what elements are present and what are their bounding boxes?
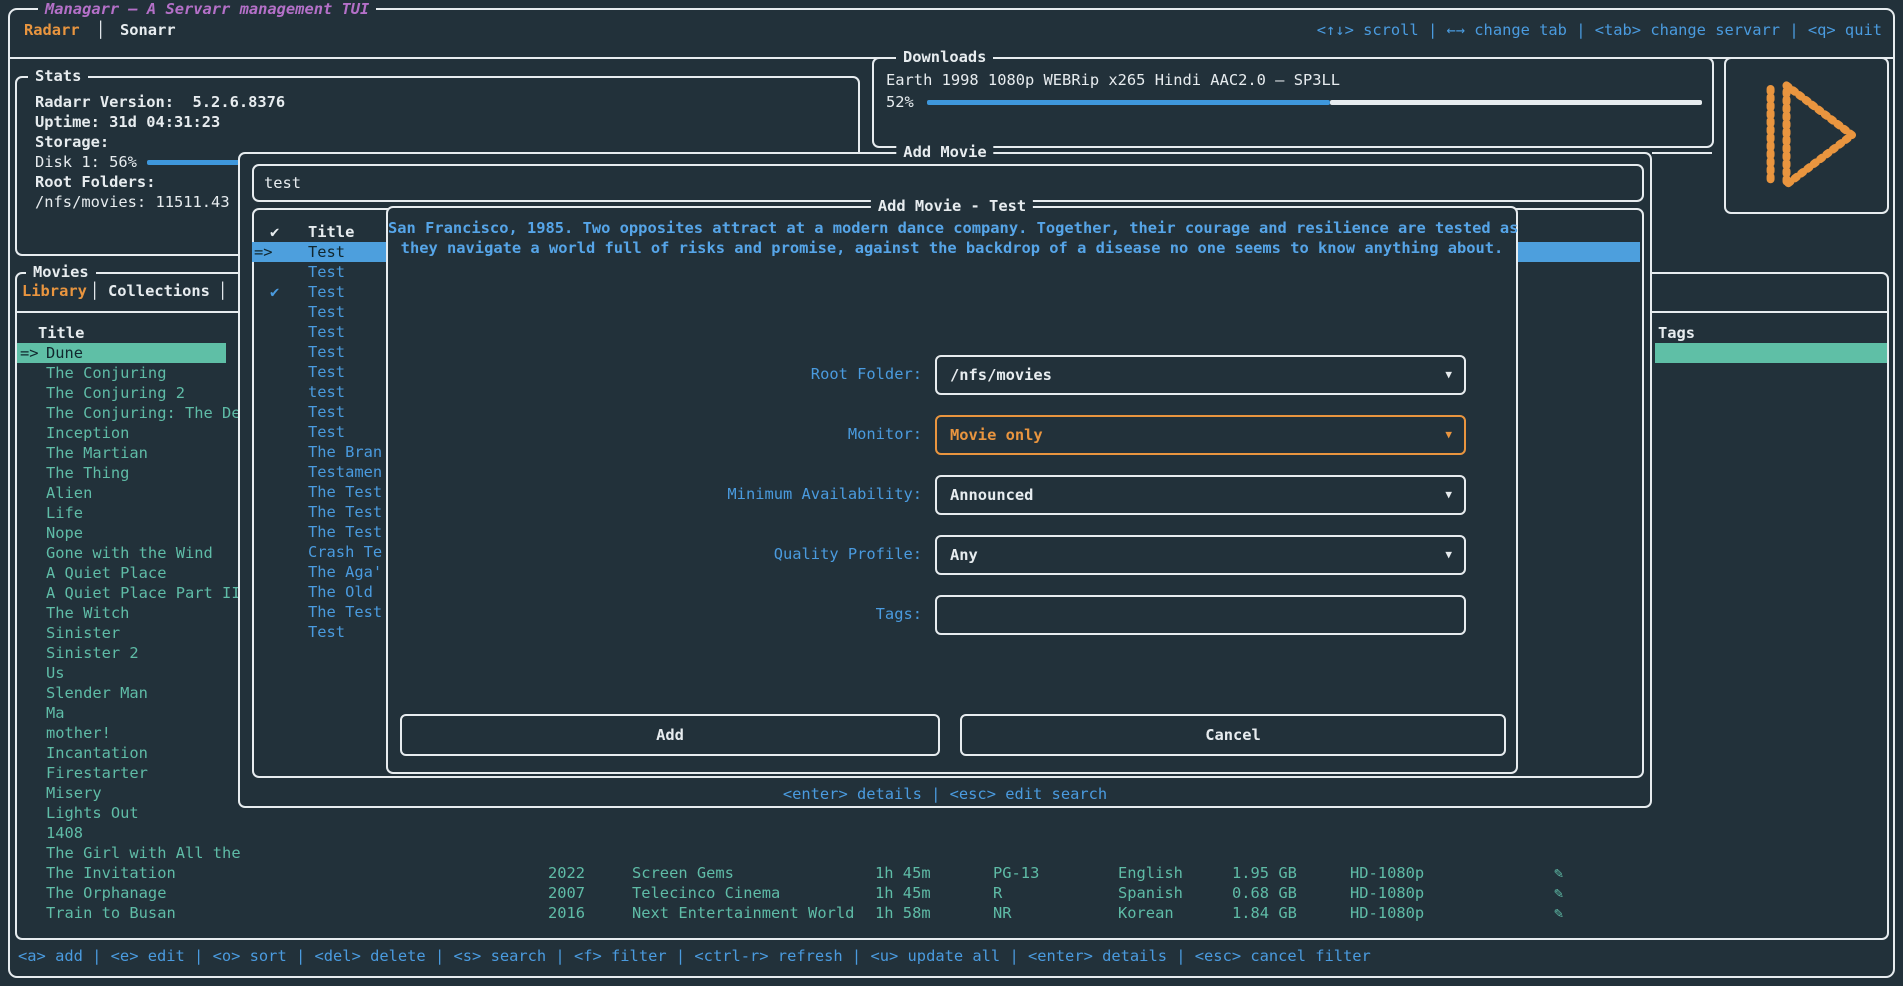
result-title: Test [308, 282, 345, 302]
movie-description-line1: San Francisco, 1985. Two opposites attra… [388, 218, 1516, 238]
add-button-label: Add [656, 726, 684, 744]
monitor-value: Movie only [950, 425, 1043, 445]
root-folder-label: Root Folder: [388, 364, 922, 384]
dropdown-arrow-icon: ▼ [1445, 548, 1452, 562]
selection-arrow-icon: => [254, 242, 273, 262]
result-title: Test [308, 342, 345, 362]
minimum-availability-label: Minimum Availability: [388, 484, 922, 504]
result-title: test [308, 382, 345, 402]
root-folder-select[interactable]: /nfs/movies ▼ [935, 355, 1466, 395]
checkmark-icon: ✔ [270, 282, 279, 302]
result-title: Test [308, 362, 345, 382]
movie-description-line2: they navigate a world full of risks and … [388, 238, 1516, 258]
result-title: The Bran [308, 442, 382, 462]
result-title: The Test [308, 522, 382, 542]
dropdown-arrow-icon: ▼ [1445, 368, 1452, 382]
managarr-app: Managarr — A Servarr management TUI Rada… [0, 0, 1903, 986]
result-title: The Test [308, 602, 382, 622]
monitor-select[interactable]: Movie only ▼ [935, 415, 1466, 455]
result-title: The Aga' [308, 562, 382, 582]
results-title-column-header: Title [308, 222, 354, 242]
result-title: Test [308, 422, 345, 442]
result-title: Test [308, 262, 345, 282]
result-title: Testamen [308, 462, 382, 482]
quality-profile-value: Any [950, 545, 978, 565]
tags-input[interactable] [935, 595, 1466, 635]
result-title: Crash Te [308, 542, 382, 562]
result-title: Test [308, 242, 345, 262]
result-title: The Test [308, 502, 382, 522]
quality-profile-label: Quality Profile: [388, 544, 922, 564]
root-folder-value: /nfs/movies [950, 365, 1052, 385]
result-title: The Old [308, 582, 373, 602]
minimum-availability-value: Announced [950, 485, 1033, 505]
results-checkmark-header-icon: ✔ [270, 222, 279, 242]
result-title: The Test [308, 482, 382, 502]
add-button[interactable]: Add [400, 714, 940, 756]
monitor-label: Monitor: [388, 424, 922, 444]
result-title: Test [308, 402, 345, 422]
quality-profile-select[interactable]: Any ▼ [935, 535, 1466, 575]
result-title: Test [308, 622, 345, 642]
add-movie-modal: Add Movie - Test San Francisco, 1985. Tw… [386, 206, 1518, 774]
minimum-availability-select[interactable]: Announced ▼ [935, 475, 1466, 515]
add-movie-modal-title: Add Movie - Test [871, 196, 1033, 216]
result-title: Test [308, 302, 345, 322]
result-title: Test [308, 322, 345, 342]
dropdown-arrow-icon: ▼ [1445, 428, 1452, 442]
movie-description: San Francisco, 1985. Two opposites attra… [388, 218, 1516, 258]
cancel-button-label: Cancel [1205, 726, 1261, 744]
cancel-button[interactable]: Cancel [960, 714, 1506, 756]
tags-label: Tags: [388, 604, 922, 624]
dropdown-arrow-icon: ▼ [1445, 488, 1452, 502]
